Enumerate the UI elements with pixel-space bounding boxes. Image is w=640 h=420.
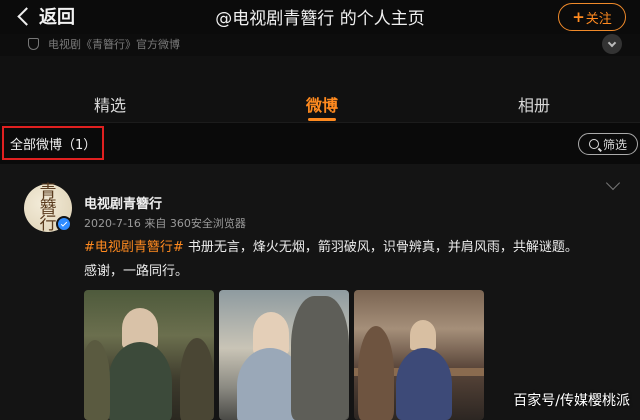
post-image-1[interactable]: [84, 290, 214, 420]
tab-weibo[interactable]: 微博: [306, 92, 338, 116]
post-meta: 2020-7-16 来自 360安全浏览器: [84, 217, 246, 230]
top-bar: 返回 @电视剧青簪行 的个人主页 + 关注: [0, 0, 640, 34]
tab-album[interactable]: 相册: [518, 92, 550, 116]
verification-row: 电视剧《青簪行》官方微博: [0, 34, 640, 56]
chevron-down-icon[interactable]: [602, 34, 622, 54]
filter-bar: 全部微博（1） 筛选: [0, 122, 640, 164]
back-label: 返回: [39, 7, 75, 28]
all-posts-selector[interactable]: 全部微博（1）: [2, 126, 105, 160]
tab-bar: 精选 微博 相册: [0, 56, 640, 122]
image-grid: [84, 290, 484, 420]
page-title: @电视剧青簪行 的个人主页: [215, 9, 425, 29]
active-tab-indicator: [308, 118, 336, 121]
filter-label: 筛选: [602, 137, 627, 152]
verified-badge-icon: [56, 216, 72, 232]
watermark: 百家号/传媒樱桃派: [513, 393, 630, 409]
post-text: #电视剧青簪行# 书册无言，烽火无烟，箭羽破风，识骨辨真，并肩风雨，共解谜题。 …: [84, 236, 624, 284]
follow-button[interactable]: + 关注: [558, 3, 626, 31]
chevron-left-icon: [17, 6, 36, 26]
post-author[interactable]: 电视剧青簪行: [84, 193, 162, 212]
post-card: 青簪行 电视剧青簪行 2020-7-16 来自 360安全浏览器 #电视剧青簪行…: [0, 164, 640, 420]
follow-label: 关注: [585, 11, 612, 27]
post-image-2[interactable]: [219, 290, 349, 420]
post-text-line2: 感谢，一路同行。: [84, 264, 189, 279]
avatar-logo: 青簪行: [39, 182, 57, 234]
verification-text: 电视剧《青簪行》官方微博: [48, 38, 180, 51]
post-image-3[interactable]: [354, 290, 484, 420]
search-icon: [588, 139, 599, 149]
back-button[interactable]: 返回: [14, 3, 75, 29]
post-text-body: 书册无言，烽火无烟，箭羽破风，识骨辨真，并肩风雨，共解谜题。: [183, 240, 578, 255]
filter-button[interactable]: 筛选: [578, 133, 638, 155]
hashtag-link[interactable]: #电视剧青簪行#: [84, 240, 184, 255]
shield-icon: [28, 38, 39, 50]
plus-icon: +: [572, 8, 585, 26]
post-menu-chevron-icon[interactable]: [605, 175, 621, 191]
tab-featured[interactable]: 精选: [94, 92, 126, 116]
